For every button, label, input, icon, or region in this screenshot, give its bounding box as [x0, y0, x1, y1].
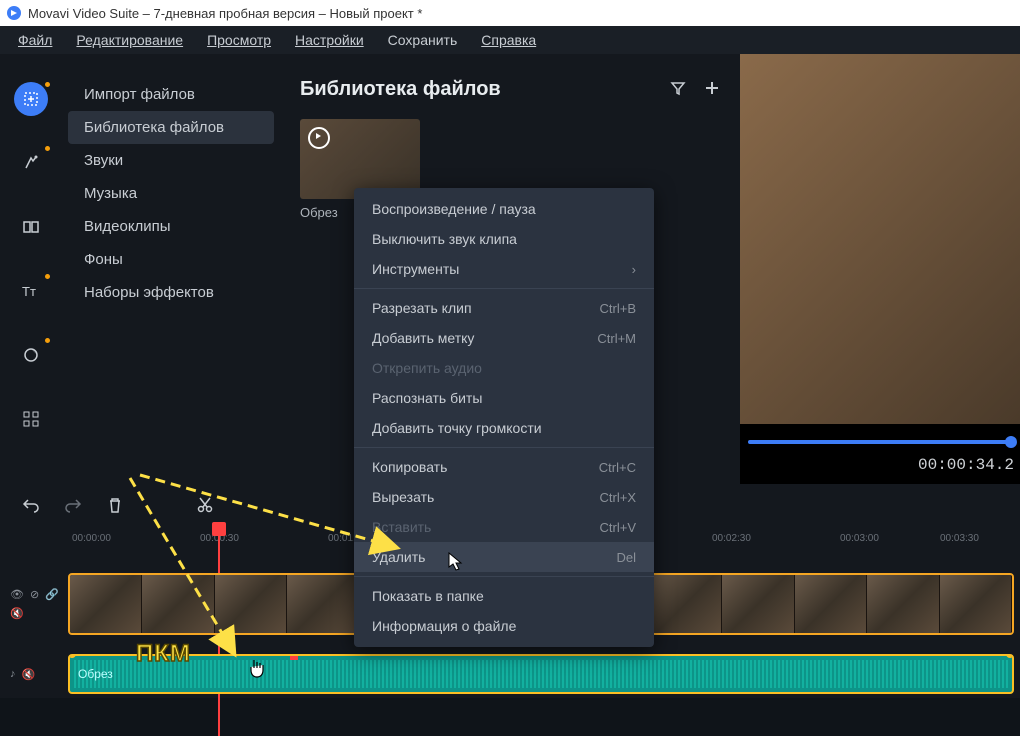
- preview-panel: 00:00:34.2: [740, 54, 1020, 484]
- tool-stickers[interactable]: [14, 338, 48, 372]
- ctx-вставить: ВставитьCtrl+V: [354, 512, 654, 542]
- audio-clip[interactable]: Обрез: [68, 654, 1014, 694]
- annotation-text: ПКМ: [136, 640, 191, 668]
- ctx-разрезать-клип[interactable]: Разрезать клипCtrl+B: [354, 293, 654, 323]
- library-title: Библиотека файлов: [300, 78, 501, 101]
- delete-icon[interactable]: [104, 494, 126, 516]
- menu-save[interactable]: Сохранить: [388, 32, 458, 48]
- undo-icon[interactable]: [20, 494, 42, 516]
- tool-titles[interactable]: Tᴛ: [14, 274, 48, 308]
- cut-icon[interactable]: [194, 494, 216, 516]
- mute-icon[interactable]: 🔇: [10, 607, 24, 620]
- menu-settings[interactable]: Настройки: [295, 32, 364, 48]
- cursor-hand-icon: [248, 658, 266, 680]
- playhead[interactable]: [212, 522, 226, 536]
- ctx-открепить-аудио: Открепить аудио: [354, 353, 654, 383]
- video-track-controls[interactable]: 👁 ⊘ 🔗 🔇: [10, 588, 64, 620]
- ctx-копировать[interactable]: КопироватьCtrl+C: [354, 452, 654, 482]
- ruler-mark: 00:02:30: [712, 533, 751, 544]
- sidebar-music[interactable]: Музыка: [62, 177, 280, 210]
- tool-transitions[interactable]: [14, 210, 48, 244]
- filter-icon[interactable]: [670, 80, 686, 99]
- app-icon: [6, 5, 22, 21]
- sidebar-library[interactable]: Библиотека файлов: [68, 111, 274, 144]
- ruler-mark: 00:03:00: [840, 533, 879, 544]
- svg-text:Tᴛ: Tᴛ: [22, 284, 36, 298]
- eye-icon[interactable]: 👁: [10, 588, 24, 601]
- sidebar: Импорт файлов Библиотека файлов Звуки Му…: [62, 54, 280, 484]
- context-menu: Воспроизведение / паузаВыключить звук кл…: [354, 188, 654, 647]
- ctx-воспроизведение-пауза[interactable]: Воспроизведение / пауза: [354, 194, 654, 224]
- clip-handle-left[interactable]: [68, 654, 76, 658]
- window-titlebar: Movavi Video Suite – 7-дневная пробная в…: [0, 0, 1020, 26]
- audio-clip-label: Обрез: [78, 667, 113, 681]
- note-icon[interactable]: ♪: [10, 668, 16, 681]
- sidebar-videoclips[interactable]: Видеоклипы: [62, 210, 280, 243]
- tool-add[interactable]: [14, 82, 48, 116]
- add-icon[interactable]: [704, 80, 720, 99]
- redo-icon[interactable]: [62, 494, 84, 516]
- ctx-инструменты[interactable]: Инструменты›: [354, 254, 654, 284]
- menu-file[interactable]: Файл: [18, 32, 52, 48]
- lock-icon[interactable]: ⊘: [30, 588, 39, 601]
- marker[interactable]: [290, 654, 298, 660]
- ctx-показать-в-папке[interactable]: Показать в папке: [354, 581, 654, 611]
- menubar: Файл Редактирование Просмотр Настройки С…: [0, 26, 1020, 54]
- thumb-image: [300, 119, 420, 199]
- sidebar-effect-sets[interactable]: Наборы эффектов: [62, 276, 280, 309]
- menu-edit[interactable]: Редактирование: [76, 32, 183, 48]
- ruler-mark: 00:00:00: [72, 533, 111, 544]
- ctx-выключить-звук-клипа[interactable]: Выключить звук клипа: [354, 224, 654, 254]
- cursor-icon: [448, 552, 464, 572]
- mute-icon[interactable]: 🔇: [22, 668, 36, 681]
- ruler-mark: 00:03:30: [940, 533, 979, 544]
- preview-progress[interactable]: [748, 440, 1012, 444]
- ctx-распознать-биты[interactable]: Распознать биты: [354, 383, 654, 413]
- tool-filters[interactable]: [14, 146, 48, 180]
- left-toolbar: Tᴛ: [0, 54, 62, 484]
- sidebar-backgrounds[interactable]: Фоны: [62, 243, 280, 276]
- ctx-вырезать[interactable]: ВырезатьCtrl+X: [354, 482, 654, 512]
- menu-view[interactable]: Просмотр: [207, 32, 271, 48]
- sidebar-sounds[interactable]: Звуки: [62, 144, 280, 177]
- preview-video[interactable]: [740, 54, 1020, 424]
- ctx-добавить-метку[interactable]: Добавить меткуCtrl+M: [354, 323, 654, 353]
- preview-time: 00:00:34.2: [918, 456, 1014, 474]
- sidebar-import[interactable]: Импорт файлов: [62, 78, 280, 111]
- clip-handle-right[interactable]: [1006, 654, 1014, 658]
- window-title: Movavi Video Suite – 7-дневная пробная в…: [28, 6, 422, 21]
- tool-more[interactable]: [14, 402, 48, 436]
- link-icon[interactable]: 🔗: [45, 588, 59, 601]
- menu-help[interactable]: Справка: [481, 32, 536, 48]
- ctx-удалить[interactable]: УдалитьDel: [354, 542, 654, 572]
- ctx-информация-о-файле[interactable]: Информация о файле: [354, 611, 654, 641]
- ctx-добавить-точку-громкости[interactable]: Добавить точку громкости: [354, 413, 654, 443]
- audio-track-controls[interactable]: ♪🔇: [10, 668, 64, 681]
